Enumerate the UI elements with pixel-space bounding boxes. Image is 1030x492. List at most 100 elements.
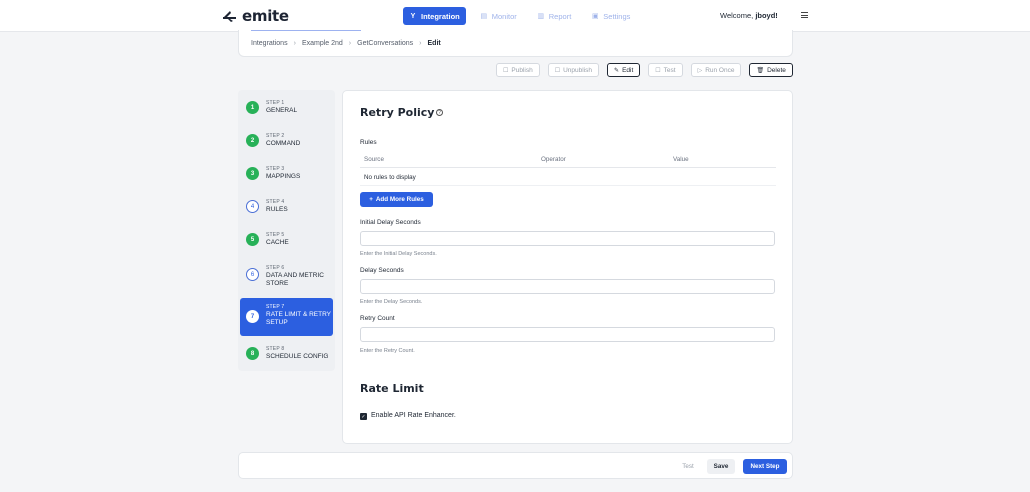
step-general[interactable]: 1 STEP 1 GENERAL [240, 94, 333, 128]
breadcrumb-card: Integrations › Example 2nd › GetConversa… [238, 30, 793, 57]
column-value: Value [673, 156, 689, 163]
step-badge: 3 [246, 167, 259, 180]
test-icon: ☐ [655, 67, 661, 74]
step-rules[interactable]: 4 STEP 4 RULES [240, 193, 333, 227]
step-number: STEP 4 [266, 199, 285, 205]
steps-sidebar: 1 STEP 1 GENERAL 2 STEP 2 COMMAND 3 STEP 3… [238, 90, 335, 371]
rate-limit-title: Rate Limit [360, 382, 424, 395]
help-icon[interactable]: ? [436, 109, 443, 116]
step-rate-limit-retry[interactable]: 7 STEP 7 RATE LIMIT & RETRY SETUP [240, 298, 333, 336]
rules-divider [360, 185, 776, 186]
next-step-button[interactable]: Next Step [743, 459, 787, 474]
chevron-right-icon: › [293, 40, 296, 47]
save-button[interactable]: Save [707, 459, 735, 474]
retry-count-hint: Enter the Retry Count. [360, 348, 415, 354]
delay-seconds-input[interactable] [360, 279, 775, 294]
trash-icon: 🗑 [756, 67, 765, 74]
report-icon: ▥ [537, 13, 545, 20]
hamburger-menu-icon[interactable] [801, 12, 808, 18]
step-badge: 5 [246, 233, 259, 246]
step-name: CACHE [266, 239, 289, 246]
tab-integration[interactable]: Y Integration [403, 7, 466, 25]
step-schedule-config[interactable]: 8 STEP 8 SCHEDULE CONFIG [240, 340, 333, 374]
tab-report[interactable]: ▥ Report [531, 7, 578, 25]
main-nav: Y Integration ▤ Monitor ▥ Report ▣ Setti… [403, 7, 636, 25]
step-badge: 7 [246, 310, 259, 323]
retry-count-input[interactable] [360, 327, 775, 342]
step-number: STEP 2 [266, 133, 285, 139]
rules-table-header: Source Operator Value [360, 155, 776, 168]
tab-label: Monitor [491, 11, 517, 21]
step-badge: 6 [246, 268, 259, 281]
step-number: STEP 8 [266, 346, 285, 352]
unpublish-label: Unpublish [563, 66, 593, 74]
retry-count-label: Retry Count [360, 315, 395, 322]
step-number: STEP 1 [266, 100, 285, 106]
empty-rules-message: No rules to display [364, 174, 416, 181]
add-more-rules-button[interactable]: + Add More Rules [360, 192, 433, 207]
step-badge: 4 [246, 200, 259, 213]
tab-label: Report [548, 11, 572, 21]
step-name: RATE LIMIT & RETRY SETUP [266, 311, 331, 326]
rate-enhancer-checkbox[interactable]: ✓ [360, 413, 367, 420]
edit-label: Edit [622, 66, 634, 74]
edit-button[interactable]: ✎ Edit [607, 63, 641, 77]
publish-label: Publish [511, 66, 533, 74]
test-label: Test [663, 66, 676, 74]
rules-label: Rules [360, 139, 377, 146]
step-command[interactable]: 2 STEP 2 COMMAND [240, 127, 333, 161]
column-source: Source [364, 156, 384, 163]
step-badge: 8 [246, 347, 259, 360]
unpublish-button[interactable]: ☐ Unpublish [547, 63, 600, 77]
step-cache[interactable]: 5 STEP 5 CACHE [240, 226, 333, 260]
breadcrumb-getconversations[interactable]: GetConversations [357, 40, 413, 47]
step-name: RULES [266, 206, 288, 213]
step-name: SCHEDULE CONFIG [266, 353, 329, 360]
welcome-prefix: Welcome, [720, 11, 754, 20]
step-number: STEP 6 [266, 265, 285, 271]
tab-settings[interactable]: ▣ Settings [585, 7, 636, 25]
step-name: COMMAND [266, 140, 301, 147]
step-badge: 1 [246, 101, 259, 114]
footer-test-button[interactable]: Test [677, 459, 699, 474]
delay-seconds-hint: Enter the Delay Seconds. [360, 299, 423, 305]
step-data-metric-store[interactable]: 6 STEP 6 DATA AND METRIC STORE [240, 259, 333, 299]
integration-icon: Y [410, 12, 416, 20]
monitor-icon: ▤ [480, 13, 488, 20]
chevron-right-icon: › [419, 40, 422, 47]
column-operator: Operator [541, 156, 566, 163]
breadcrumb-integrations[interactable]: Integrations [251, 40, 288, 47]
add-rules-label: Add More Rules [375, 196, 424, 203]
brand-logo[interactable]: emite [222, 7, 289, 25]
initial-delay-hint: Enter the Initial Delay Seconds. [360, 251, 437, 257]
top-nav: emite Y Integration ▤ Monitor ▥ Report ▣… [0, 0, 1030, 32]
settings-icon: ▣ [591, 13, 599, 20]
test-button[interactable]: ☐ Test [648, 63, 683, 77]
step-mappings[interactable]: 3 STEP 3 MAPPINGS [240, 160, 333, 194]
retry-policy-title: Retry Policy [360, 106, 435, 119]
emite-logo-icon [223, 11, 236, 22]
delete-label: Delete [767, 66, 786, 74]
step-name: DATA AND METRIC STORE [266, 272, 324, 287]
initial-delay-input[interactable] [360, 231, 775, 246]
edit-icon: ✎ [614, 67, 620, 74]
rate-enhancer-label: Enable API Rate Enhancer. [371, 412, 456, 419]
breadcrumb-example[interactable]: Example 2nd [302, 40, 343, 47]
form-panel: Retry Policy ? Rules Source Operator Val… [342, 90, 793, 444]
step-number: STEP 3 [266, 166, 285, 172]
username: jboyd! [755, 11, 778, 20]
welcome-text: Welcome, jboyd! [720, 11, 778, 20]
play-icon: ▷ [697, 67, 703, 74]
breadcrumb-current: Edit [427, 40, 441, 47]
run-once-button[interactable]: ▷ Run Once [690, 63, 742, 77]
publish-icon: ☐ [503, 67, 509, 74]
brand-name: emite [242, 7, 289, 25]
delete-button[interactable]: 🗑 Delete [749, 63, 793, 77]
plus-icon: + [369, 196, 373, 203]
header-underline [251, 30, 361, 31]
step-number: STEP 7 [266, 304, 285, 310]
run-once-label: Run Once [705, 66, 735, 74]
tab-monitor[interactable]: ▤ Monitor [474, 7, 523, 25]
step-name: GENERAL [266, 107, 298, 114]
publish-button[interactable]: ☐ Publish [496, 63, 540, 77]
